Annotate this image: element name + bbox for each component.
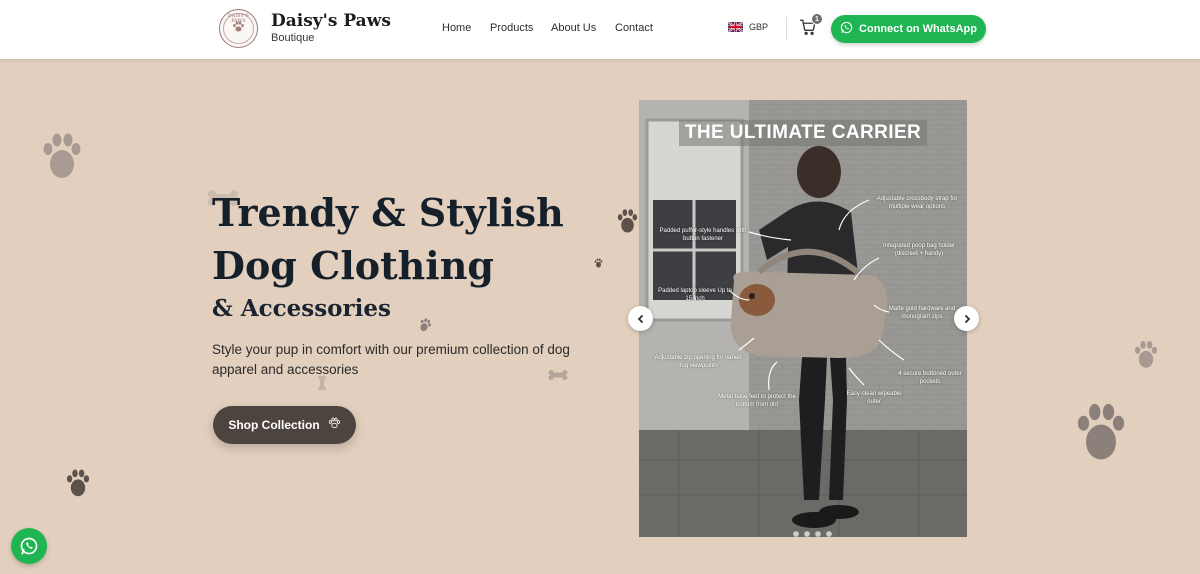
hero-title-line-3: & Accessories: [212, 295, 391, 322]
paw-print-icon: [1134, 341, 1158, 368]
nav-about-us[interactable]: About Us: [551, 22, 596, 34]
carousel-dot[interactable]: [826, 531, 832, 537]
cart-count-badge: 1: [811, 13, 823, 25]
slide-annotation: Padded laptop sleeve Up to 15 inch: [658, 288, 732, 302]
nav-products[interactable]: Products: [490, 22, 533, 34]
nav-contact[interactable]: Contact: [615, 22, 653, 34]
logo-ring-text: DAISY'S PAWS: [227, 14, 250, 24]
slide-annotation: Matte gold hardware and monogram zips: [888, 306, 956, 320]
hero-title-line-2: Dog Clothing: [212, 243, 494, 288]
slide-annotation: 4 secure buttoned outer pockets: [898, 371, 962, 385]
uk-flag-icon: [728, 22, 743, 32]
shop-collection-label: Shop Collection: [228, 418, 320, 432]
site-header: DAISY'S PAWS Daisy's Paws Boutique Home …: [0, 0, 1200, 59]
slide-annotation: Adjustable zip opening for varied dog vi…: [654, 355, 742, 369]
hero-title-line-1: Trendy & Stylish: [212, 190, 564, 235]
currency-selector[interactable]: GBP: [728, 22, 768, 32]
brand-logo[interactable]: DAISY'S PAWS: [219, 9, 258, 48]
shop-collection-button[interactable]: Shop Collection: [213, 406, 356, 444]
slide-title: THE ULTIMATE CARRIER: [679, 120, 927, 146]
carousel-prev-button[interactable]: [628, 306, 653, 331]
brand-name[interactable]: Daisy's Paws: [271, 11, 391, 31]
whatsapp-floating-button[interactable]: [11, 528, 47, 564]
carousel-next-button[interactable]: [954, 306, 979, 331]
carousel-dot[interactable]: [793, 531, 799, 537]
currency-label: GBP: [749, 22, 769, 32]
paw-print-icon: [594, 258, 603, 268]
slide-annotation: Padded puffer-style handles with button …: [659, 228, 747, 242]
header-divider: [786, 17, 787, 41]
paw-icon: [328, 417, 341, 433]
connect-whatsapp-button[interactable]: Connect on WhatsApp: [831, 15, 986, 43]
whatsapp-icon: [840, 21, 853, 37]
slide-annotation: Metal base feet to protect the bottom fr…: [718, 394, 796, 408]
slide-annotation: Adjustable crossbody strap for multiple …: [876, 196, 958, 210]
paw-print-icon: [43, 133, 81, 178]
brand-subtitle: Boutique: [271, 32, 315, 44]
nav-home[interactable]: Home: [442, 22, 471, 34]
carousel-slide-image[interactable]: THE ULTIMATE CARRIER Adjustable crossbod…: [639, 100, 967, 537]
paw-print-icon: [420, 318, 431, 332]
whatsapp-icon: [20, 537, 38, 555]
chevron-left-icon: [637, 314, 643, 323]
slide-annotation: Integrated poop bag holder (discreet + h…: [882, 243, 956, 257]
carousel-dot[interactable]: [815, 531, 821, 537]
slide-annotation: Easy-clean wipeable outer: [846, 391, 902, 405]
paw-print-icon: [66, 469, 90, 497]
hero-description: Style your pup in comfort with our premi…: [212, 342, 570, 377]
whatsapp-button-label: Connect on WhatsApp: [859, 23, 977, 35]
carousel-dot[interactable]: [804, 531, 810, 537]
paw-print-icon: [617, 209, 638, 233]
chevron-right-icon: [964, 314, 970, 323]
paw-print-icon: [1077, 403, 1125, 460]
carousel-indicators: [793, 531, 832, 537]
